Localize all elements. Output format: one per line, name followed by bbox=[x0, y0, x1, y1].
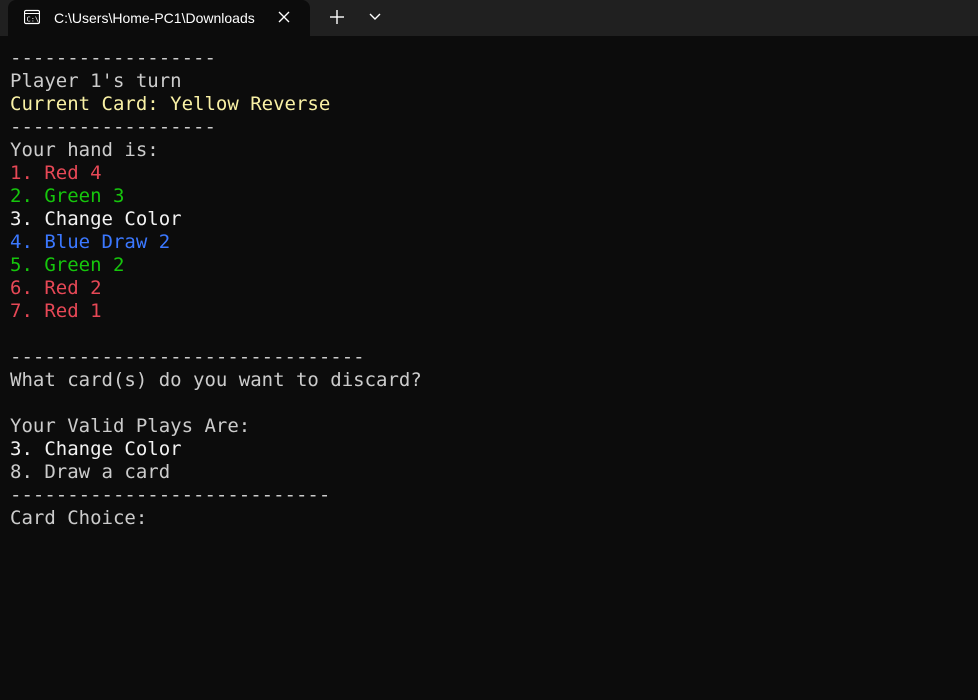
tab-command-prompt[interactable]: C:\ C:\Users\Home-PC1\Downloads bbox=[8, 0, 310, 36]
console-line: 6. Red 2 bbox=[10, 277, 102, 299]
svg-text:C:\: C:\ bbox=[27, 16, 40, 24]
console-line: Card Choice: bbox=[10, 507, 159, 529]
console-line: 3. Change Color bbox=[10, 208, 182, 230]
tab-title: C:\Users\Home-PC1\Downloads bbox=[54, 10, 255, 26]
chevron-down-icon[interactable] bbox=[364, 6, 386, 28]
console-line: What card(s) do you want to discard? bbox=[10, 369, 422, 391]
console-line: 3. Change Color bbox=[10, 438, 182, 460]
terminal-window: C:\ C:\Users\Home-PC1\Downloads --------… bbox=[0, 0, 978, 700]
console-line: 2. Green 3 bbox=[10, 185, 125, 207]
plus-icon[interactable] bbox=[326, 6, 348, 28]
console-line: 1. Red 4 bbox=[10, 162, 102, 184]
console-line: Your Valid Plays Are: bbox=[10, 415, 251, 437]
command-prompt-icon: C:\ bbox=[24, 9, 40, 25]
console-line: Current Card: Yellow Reverse bbox=[10, 93, 331, 115]
console-line: ------------------ bbox=[10, 47, 216, 69]
console-line: 5. Green 2 bbox=[10, 254, 125, 276]
console-line: ---------------------------- bbox=[10, 484, 331, 506]
console-line: 7. Red 1 bbox=[10, 300, 102, 322]
console-line: Your hand is: bbox=[10, 139, 159, 161]
console-line: ------------------------------- bbox=[10, 346, 365, 368]
console-output[interactable]: ------------------ Player 1's turn Current… bbox=[10, 47, 968, 687]
close-icon[interactable] bbox=[276, 9, 292, 25]
console-line: Player 1's turn bbox=[10, 70, 182, 92]
console-line: 4. Blue Draw 2 bbox=[10, 231, 171, 253]
tab-bar: C:\ C:\Users\Home-PC1\Downloads bbox=[0, 0, 978, 36]
console-line: 8. Draw a card bbox=[10, 461, 171, 483]
console-line: ------------------ bbox=[10, 116, 216, 138]
